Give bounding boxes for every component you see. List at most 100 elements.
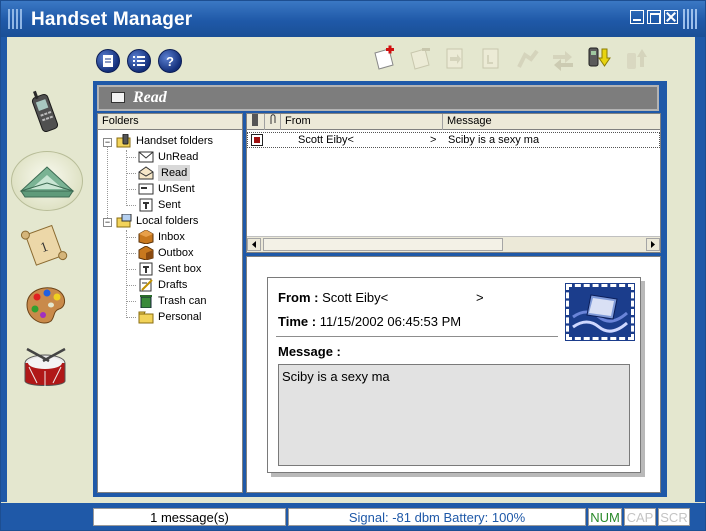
- tree-item-inbox[interactable]: Inbox: [138, 229, 185, 245]
- outbox-icon: [138, 246, 154, 260]
- app-window: Handset Manager ? 1 Read Folders − Hands…: [0, 0, 706, 531]
- message-list: From Message Scott Eiby< > Sciby is a se…: [246, 113, 661, 253]
- status-num: NUM: [588, 508, 622, 526]
- from-tail: >: [476, 290, 484, 305]
- envelope-icon: [19, 166, 75, 198]
- status-cap: CAP: [624, 508, 656, 526]
- message-card: From : Scott Eiby< > Time : 11/15/2002 0…: [267, 277, 641, 473]
- new-document-button[interactable]: [96, 49, 120, 73]
- col-from[interactable]: From: [281, 114, 443, 130]
- help-button[interactable]: ?: [158, 49, 182, 73]
- tree-item-sent-box[interactable]: Sent box: [138, 261, 201, 277]
- stamp-icon: [565, 283, 635, 341]
- nav-palette[interactable]: [15, 279, 75, 331]
- scroll-right-button[interactable]: [646, 238, 660, 251]
- left-frame: [1, 37, 7, 502]
- tree-item-outbox[interactable]: Outbox: [138, 245, 193, 261]
- upload-icon[interactable]: [515, 45, 541, 71]
- reply-message-icon[interactable]: [478, 45, 504, 71]
- nav-drum[interactable]: [15, 345, 75, 397]
- palette-icon: [26, 287, 65, 324]
- horizontal-scrollbar[interactable]: [247, 236, 660, 252]
- status-signal: Signal: -81 dbm Battery: 100%: [288, 508, 586, 526]
- phone-folder-icon: [116, 134, 131, 148]
- tree-item-unsent[interactable]: UnSent: [138, 181, 195, 197]
- close-button[interactable]: [664, 10, 678, 24]
- envelope-closed-icon: [138, 151, 154, 163]
- inbox-icon: [138, 230, 154, 244]
- tree-handset-folders[interactable]: Handset folders: [116, 133, 213, 149]
- status-scr: SCR: [658, 508, 690, 526]
- tree-item-sent[interactable]: Sent: [138, 197, 181, 213]
- trash-icon: [140, 295, 152, 308]
- envelope-open-icon: [138, 166, 154, 180]
- arrow-left-icon: [252, 241, 256, 248]
- folders-header: Folders: [98, 114, 242, 130]
- collapse-local-toggle[interactable]: −: [103, 218, 112, 227]
- status-bar: 1 message(s) Signal: -81 dbm Battery: 10…: [1, 503, 705, 530]
- grip-icon: [683, 9, 697, 29]
- drum-icon: [24, 347, 66, 387]
- right-frame: [695, 37, 705, 502]
- grip-icon: [8, 9, 22, 29]
- panel-title: Read: [133, 89, 167, 106]
- table-row[interactable]: Scott Eiby< > Sciby is a sexy ma: [247, 132, 660, 148]
- tree-item-read[interactable]: Read: [138, 165, 191, 181]
- scroll-left-button[interactable]: [247, 238, 261, 251]
- tree-item-personal[interactable]: Personal: [138, 309, 201, 325]
- tree-item-trash-can[interactable]: Trash can: [138, 293, 207, 309]
- main-panel: Read Folders − Handset folders UnRead Re…: [93, 81, 667, 497]
- col-attachment[interactable]: [265, 114, 281, 130]
- message-label: Message :: [278, 344, 341, 359]
- panel-header: Read: [97, 85, 659, 111]
- sent-box-icon: [139, 262, 153, 276]
- minimize-button[interactable]: [630, 10, 644, 24]
- phone-column-icon: [252, 114, 258, 126]
- folder-tree: Folders − Handset folders UnRead Read Un…: [97, 113, 243, 493]
- tree-local-folders[interactable]: Local folders: [116, 213, 198, 229]
- scroll-thumb[interactable]: [263, 238, 503, 251]
- tree-label: Handset folders: [136, 135, 214, 147]
- row-from: Scott Eiby<: [298, 134, 354, 146]
- arrow-right-icon: [651, 241, 655, 248]
- tree-item-drafts[interactable]: Drafts: [138, 277, 187, 293]
- phone-upload-icon[interactable]: [623, 45, 649, 71]
- scroll-icon: 1: [20, 224, 68, 266]
- nav-phone[interactable]: [15, 87, 75, 139]
- time-value: 11/15/2002 06:45:53 PM: [319, 314, 462, 329]
- row-message: Sciby is a sexy ma: [448, 134, 540, 146]
- nav-scroll[interactable]: 1: [15, 219, 75, 271]
- from-value: Scott Eiby<: [322, 290, 389, 305]
- envelope-unsent-icon: [138, 183, 154, 195]
- from-label: From :: [278, 290, 319, 305]
- title-bar[interactable]: Handset Manager: [1, 1, 705, 37]
- list-header: From Message: [247, 114, 660, 130]
- collapse-handset-toggle[interactable]: −: [103, 138, 112, 147]
- tree-item-unread[interactable]: UnRead: [138, 149, 198, 165]
- list-view-button[interactable]: [127, 49, 151, 73]
- message-body: Sciby is a sexy ma: [278, 364, 630, 466]
- message-status-icon: [251, 134, 263, 146]
- tree-label: Local folders: [136, 215, 199, 227]
- col-message[interactable]: Message: [443, 114, 660, 130]
- delete-message-icon[interactable]: [408, 45, 434, 71]
- col-type[interactable]: [247, 114, 265, 130]
- envelope-icon: [111, 92, 125, 103]
- phone-icon: [31, 90, 59, 133]
- nav-messages[interactable]: [11, 151, 83, 211]
- row-from-tail: >: [430, 134, 437, 146]
- window-title: Handset Manager: [31, 9, 193, 30]
- paperclip-icon: [270, 114, 276, 124]
- maximize-button[interactable]: [647, 10, 661, 24]
- divider: [276, 336, 558, 337]
- question-icon: ?: [166, 53, 174, 69]
- forward-message-icon[interactable]: [442, 45, 468, 71]
- computer-folder-icon: [116, 214, 132, 228]
- personal-folder-icon: [138, 311, 154, 324]
- new-message-icon[interactable]: [372, 45, 398, 71]
- transfer-icon[interactable]: [550, 45, 576, 71]
- document-icon: [103, 55, 113, 67]
- phone-download-icon[interactable]: [586, 45, 612, 71]
- list-icon: [133, 56, 145, 66]
- drafts-icon: [139, 278, 153, 292]
